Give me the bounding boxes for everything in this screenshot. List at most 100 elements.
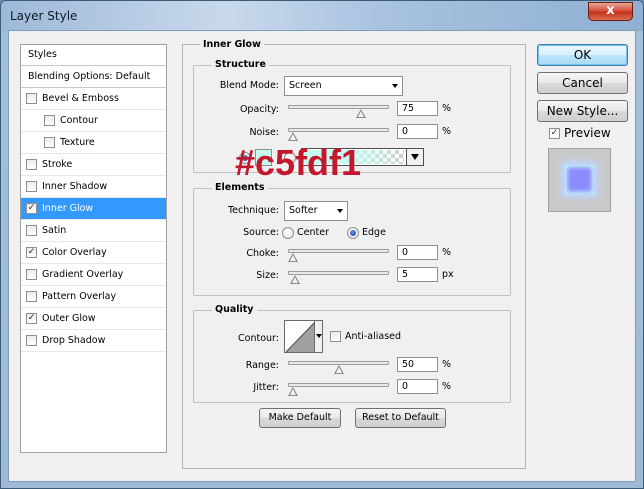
opacity-unit: % (442, 103, 452, 114)
chevron-down-icon (411, 154, 419, 160)
style-item-inner-glow[interactable]: ✓ Inner Glow (21, 198, 166, 220)
styles-list: Styles Blending Options: Default Bevel &… (20, 44, 167, 453)
contour-dropdown[interactable] (314, 321, 322, 352)
quality-title: Quality (212, 304, 257, 316)
choke-unit: % (442, 247, 452, 258)
jitter-input[interactable]: 0 (397, 379, 438, 394)
contour-label: Contour: (238, 333, 279, 344)
style-item-texture[interactable]: Texture (21, 132, 166, 154)
blending-options-item[interactable]: Blending Options: Default (21, 66, 166, 88)
close-button[interactable]: x (588, 2, 633, 21)
style-item-satin[interactable]: Satin (21, 220, 166, 242)
style-item-gradient-overlay[interactable]: Gradient Overlay (21, 264, 166, 286)
choke-input[interactable]: 0 (397, 245, 438, 260)
window-title: Layer Style (10, 9, 78, 23)
style-item-label: Inner Shadow (42, 181, 108, 192)
ok-button[interactable]: OK (537, 44, 628, 66)
opacity-slider-thumb[interactable] (356, 109, 367, 118)
style-item-label: Stroke (42, 159, 73, 170)
elements-title: Elements (212, 182, 268, 194)
style-items: Bevel & Emboss Contour Texture Stroke Inner … (21, 88, 166, 352)
style-item-checkbox[interactable]: ✓ (26, 203, 37, 214)
style-item-checkbox[interactable] (26, 93, 37, 104)
range-input[interactable]: 50 (397, 357, 438, 372)
style-item-contour[interactable]: Contour (21, 110, 166, 132)
noise-slider-thumb[interactable] (288, 132, 298, 141)
make-default-button[interactable]: Make Default (259, 408, 341, 428)
opacity-slider[interactable] (288, 105, 389, 109)
style-item-stroke[interactable]: Stroke (21, 154, 166, 176)
preview-swatch (565, 165, 594, 194)
choke-slider-thumb[interactable] (288, 253, 298, 262)
preview-label[interactable]: Preview (564, 126, 611, 140)
style-item-checkbox[interactable] (26, 181, 37, 192)
chevron-down-icon (316, 334, 322, 338)
source-center-radio[interactable] (282, 227, 294, 239)
noise-label: Noise: (249, 127, 279, 138)
blend-mode-label: Blend Mode: (219, 80, 279, 91)
chevron-down-icon (337, 209, 343, 213)
style-item-checkbox[interactable] (26, 269, 37, 280)
new-style-button[interactable]: New Style... (537, 100, 628, 122)
style-item-checkbox[interactable]: ✓ (26, 313, 37, 324)
size-label: Size: (256, 270, 279, 281)
preview-thumbnail (548, 148, 611, 212)
opacity-input[interactable]: 75 (397, 101, 438, 116)
cancel-button[interactable]: Cancel (537, 72, 628, 94)
jitter-slider[interactable] (288, 383, 389, 387)
blend-mode-select[interactable]: Screen (284, 76, 403, 96)
style-item-label: Inner Glow (42, 203, 94, 214)
reset-to-default-button[interactable]: Reset to Default (355, 408, 446, 428)
anti-aliased-label[interactable]: Anti-aliased (345, 330, 401, 344)
checkmark-icon: ✓ (550, 128, 559, 138)
style-item-checkbox[interactable] (26, 225, 37, 236)
style-item-checkbox[interactable]: ✓ (26, 247, 37, 258)
source-edge-radio[interactable] (347, 227, 359, 239)
style-item-outer-glow[interactable]: ✓ Outer Glow (21, 308, 166, 330)
source-edge-label[interactable]: Edge (362, 226, 386, 240)
source-label: Source: (243, 227, 279, 238)
noise-input[interactable]: 0 (397, 124, 438, 139)
style-item-bevel-emboss[interactable]: Bevel & Emboss (21, 88, 166, 110)
noise-unit: % (442, 126, 452, 137)
size-slider[interactable] (288, 271, 389, 275)
preview-checkbox[interactable]: ✓ (549, 128, 560, 139)
title-bar[interactable]: Layer Style x (1, 1, 643, 31)
range-slider-thumb[interactable] (333, 365, 344, 374)
jitter-unit: % (442, 381, 452, 392)
style-item-pattern-overlay[interactable]: Pattern Overlay (21, 286, 166, 308)
contour-picker[interactable] (284, 320, 323, 353)
choke-slider[interactable] (288, 249, 389, 253)
styles-header[interactable]: Styles (21, 45, 166, 66)
technique-select[interactable]: Softer (284, 201, 348, 221)
source-center-label[interactable]: Center (297, 226, 329, 240)
inner-glow-panel: Inner Glow Structure Blend Mode: Screen … (182, 39, 526, 469)
style-item-inner-shadow[interactable]: Inner Shadow (21, 176, 166, 198)
chevron-down-icon (392, 84, 398, 88)
style-item-checkbox[interactable] (44, 137, 55, 148)
structure-title: Structure (212, 59, 269, 71)
size-slider-thumb[interactable] (289, 275, 300, 284)
jitter-slider-thumb[interactable] (288, 387, 298, 396)
choke-label: Choke: (246, 248, 279, 259)
color-hex-overlay: #c5fdf1 (235, 142, 362, 183)
style-item-drop-shadow[interactable]: Drop Shadow (21, 330, 166, 352)
anti-aliased-checkbox[interactable] (330, 331, 341, 342)
style-item-label: Gradient Overlay (42, 269, 124, 280)
style-item-label: Drop Shadow (42, 335, 106, 346)
style-item-checkbox[interactable] (26, 159, 37, 170)
range-unit: % (442, 359, 452, 370)
size-input[interactable]: 5 (397, 267, 438, 282)
jitter-label: Jitter: (253, 382, 279, 393)
style-item-checkbox[interactable] (26, 291, 37, 302)
noise-slider[interactable] (288, 128, 389, 132)
style-item-label: Bevel & Emboss (42, 93, 119, 104)
style-item-color-overlay[interactable]: ✓ Color Overlay (21, 242, 166, 264)
blend-mode-value: Screen (289, 80, 322, 91)
style-item-checkbox[interactable] (44, 115, 55, 126)
range-label: Range: (245, 360, 279, 371)
style-item-checkbox[interactable] (26, 335, 37, 346)
checkmark-icon: ✓ (27, 313, 36, 323)
gradient-dropdown[interactable] (406, 149, 423, 165)
elements-group: Elements Technique: Softer Source: Cente… (193, 182, 511, 296)
